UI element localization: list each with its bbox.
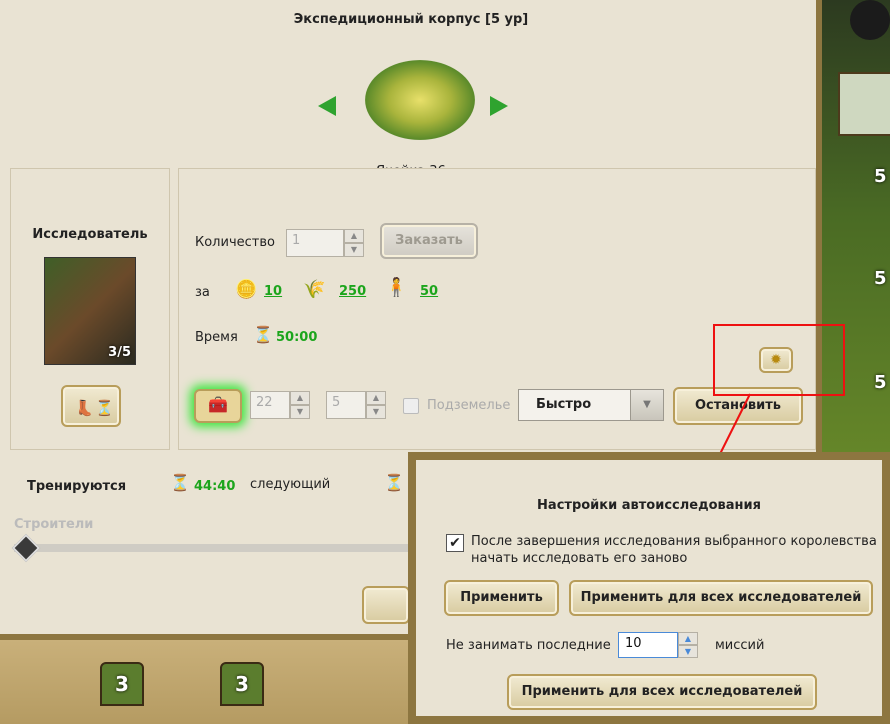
cost-label: за	[195, 285, 210, 300]
auto-explore-dialog: Настройки автоисследования ✔ После завер…	[408, 452, 890, 724]
mission-field-1[interactable]: 22	[250, 391, 290, 419]
chevron-down-icon[interactable]: ▼	[344, 243, 364, 257]
chevron-up-icon[interactable]: ▲	[678, 632, 698, 645]
speed-select-value: Быстро	[536, 397, 592, 412]
time-label: Время	[195, 330, 238, 345]
skip-label: Не занимать последние	[446, 638, 611, 653]
map-house[interactable]: 3	[100, 662, 144, 706]
building-icon	[365, 60, 475, 140]
population-icon: 🧍	[385, 277, 408, 298]
apply-all-button-2[interactable]: Применить для всех исследователей	[507, 674, 817, 710]
chevron-down-icon[interactable]: ▼	[290, 405, 310, 419]
researcher-box: Исследователь 3/5 👢 ⏳	[10, 168, 170, 450]
speedup-button[interactable]: 👢 ⏳	[61, 385, 121, 427]
quantity-input[interactable]: 1	[286, 229, 344, 257]
mission-type-button[interactable]: 🧰	[194, 389, 242, 423]
quantity-stepper[interactable]: ▲ ▼	[344, 229, 364, 257]
builders-label: Строители	[14, 517, 94, 532]
mission-field-1-stepper[interactable]: ▲ ▼	[290, 391, 310, 419]
chevron-down-icon[interactable]: ▼	[630, 390, 663, 420]
chest-icon: 🧰	[208, 395, 228, 414]
cost-gold: 10	[264, 284, 283, 299]
map-building[interactable]	[838, 72, 890, 136]
cost-population: 50	[420, 284, 439, 299]
boots-icon: 👢	[75, 399, 94, 417]
hourglass-icon: ⏳	[95, 399, 114, 417]
researcher-level: 3/5	[108, 345, 131, 360]
map-level-badge: 5	[874, 166, 887, 187]
cost-wheat: 250	[339, 284, 367, 299]
underground-checkbox[interactable]	[403, 398, 419, 414]
training-time: 44:40	[194, 479, 236, 494]
game-map-bottom: 3 3	[0, 640, 410, 724]
map-decoration	[850, 0, 890, 40]
apply-button[interactable]: Применить	[444, 580, 559, 616]
researcher-title: Исследователь	[32, 227, 148, 242]
restart-checkbox[interactable]: ✔	[446, 534, 464, 552]
map-level-badge: 5	[874, 268, 887, 289]
house-level: 3	[235, 672, 249, 696]
wheat-icon: 🌾	[303, 279, 326, 300]
quantity-label: Количество	[195, 235, 275, 250]
partial-button[interactable]	[362, 586, 410, 624]
training-slider-track[interactable]	[14, 544, 410, 552]
skip-suffix: миссий	[715, 638, 765, 653]
mission-field-2-stepper[interactable]: ▲ ▼	[366, 391, 386, 419]
researcher-portrait[interactable]: 3/5	[44, 257, 136, 365]
chevron-up-icon[interactable]: ▲	[290, 391, 310, 405]
training-label: Тренируются	[27, 479, 127, 494]
next-arrow-icon[interactable]	[490, 96, 508, 116]
skip-missions-stepper[interactable]: ▲ ▼	[678, 632, 698, 658]
dialog-title: Настройки автоисследования	[537, 498, 761, 513]
checkbox-text-line2: начать исследовать его заново	[471, 551, 688, 566]
hourglass-icon: ⏳	[253, 325, 273, 344]
next-label: следующий	[250, 477, 331, 492]
highlight-box	[713, 324, 845, 396]
chevron-down-icon[interactable]: ▼	[678, 645, 698, 658]
gold-icon: 🪙	[235, 279, 258, 300]
time-value: 50:00	[276, 330, 318, 345]
apply-all-button[interactable]: Применить для всех исследователей	[569, 580, 873, 616]
map-house[interactable]: 3	[220, 662, 264, 706]
underground-label: Подземелье	[427, 398, 511, 413]
order-button[interactable]: Заказать	[380, 223, 478, 259]
panel-title: Экспедиционный корпус [5 ур]	[293, 12, 529, 27]
hourglass-icon: ⏳	[170, 473, 190, 492]
skip-missions-input[interactable]: 10	[618, 632, 678, 658]
prev-arrow-icon[interactable]	[318, 96, 336, 116]
checkbox-text-line1: После завершения исследования выбранного…	[471, 534, 877, 549]
slider-handle[interactable]	[11, 533, 41, 563]
map-level-badge: 5	[874, 372, 887, 393]
chevron-up-icon[interactable]: ▲	[366, 391, 386, 405]
chevron-up-icon[interactable]: ▲	[344, 229, 364, 243]
hourglass-icon: ⏳	[384, 473, 404, 492]
mission-field-2[interactable]: 5	[326, 391, 366, 419]
speed-select[interactable]: Быстро ▼	[518, 389, 664, 421]
house-level: 3	[115, 672, 129, 696]
chevron-down-icon[interactable]: ▼	[366, 405, 386, 419]
